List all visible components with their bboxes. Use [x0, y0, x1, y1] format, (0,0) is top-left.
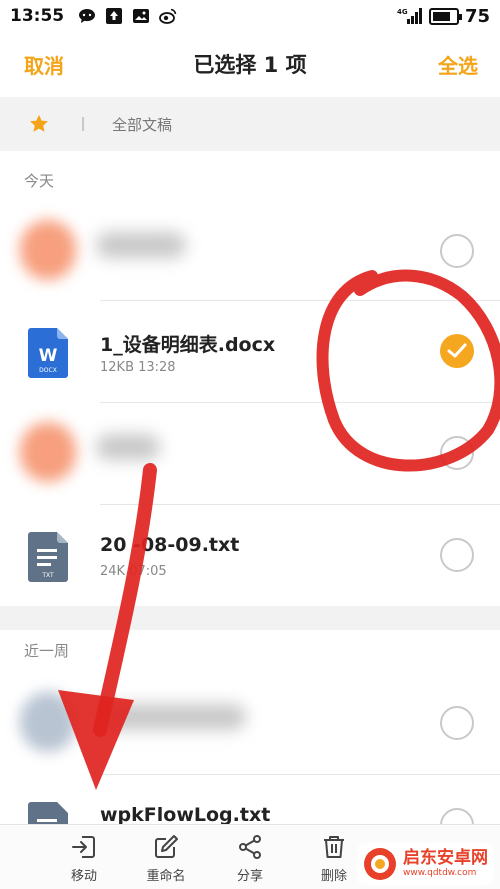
watermark-url: www.qdtdw.com [403, 867, 477, 878]
share-button[interactable]: 分享 [220, 833, 280, 884]
blurred-thumbnail [20, 220, 76, 280]
row-checkbox[interactable] [440, 436, 474, 470]
share-icon [239, 835, 261, 859]
blurred-filename [96, 232, 186, 258]
star-icon[interactable] [28, 113, 50, 135]
file-row-docx[interactable]: W DOCX 1_设备明细表.docx 12KB 13:28 [0, 300, 500, 402]
row-divider [100, 774, 500, 775]
share-label: 分享 [236, 869, 263, 884]
file-row-blurred-3[interactable] [0, 672, 500, 774]
breadcrumb: 全部文稿 [0, 97, 500, 151]
rename-button[interactable]: 重命名 [136, 833, 196, 884]
battery-icon [428, 7, 462, 25]
file-meta: 24K 07:05 [100, 564, 167, 579]
row-divider [100, 300, 500, 301]
blurred-filename [96, 704, 246, 730]
rename-label: 重命名 [146, 869, 186, 884]
status-bar: 13:55 4G 75 [0, 0, 500, 32]
svg-text:DOCX: DOCX [39, 367, 57, 374]
row-checkbox-checked[interactable] [440, 334, 474, 368]
edit-icon [155, 835, 178, 858]
selection-title-bar: 取消 已选择 1 项 全选 [0, 32, 500, 96]
cancel-button[interactable]: 取消 [24, 50, 64, 79]
blurred-filename [96, 434, 160, 460]
txt-file-icon: TXT [28, 532, 68, 582]
section-header-week: 近一周 [24, 642, 70, 660]
row-checkbox[interactable] [440, 706, 474, 740]
delete-label: 删除 [320, 869, 347, 884]
row-checkbox[interactable] [440, 538, 474, 572]
battery-level: 75 [464, 5, 490, 27]
move-label: 移动 [70, 869, 97, 884]
delete-button[interactable]: 删除 [304, 833, 364, 884]
page-title: 已选择 1 项 [193, 53, 307, 77]
file-row-blurred-1[interactable] [0, 200, 500, 302]
word-docx-icon: W DOCX [28, 328, 68, 378]
svg-text:TXT: TXT [41, 572, 54, 579]
svg-text:W: W [39, 346, 58, 366]
upload-icon [106, 8, 123, 24]
move-icon [72, 836, 95, 858]
file-name: 1_设备明细表.docx [100, 334, 276, 356]
checkmark-icon [447, 343, 467, 358]
file-row-blurred-2[interactable] [0, 402, 500, 504]
image-notification-icon [133, 9, 150, 23]
file-name: 20 -08-09.txt [100, 534, 240, 556]
file-meta: 12KB 13:28 [100, 360, 176, 375]
site-watermark: 启东安卓网 www.qdtdw.com [357, 843, 494, 885]
move-button[interactable]: 移动 [54, 833, 114, 884]
select-all-button[interactable]: 全选 [438, 50, 478, 79]
file-name: wpkFlowLog.txt [100, 804, 271, 826]
blurred-thumbnail [20, 692, 76, 752]
row-checkbox[interactable] [440, 234, 474, 268]
file-row-txt-dated[interactable]: TXT 20 -08-09.txt 24K 07:05 [0, 504, 500, 606]
weibo-icon [159, 8, 177, 24]
site-logo-icon [364, 848, 396, 880]
svg-text:4G: 4G [397, 8, 408, 16]
section-gap [0, 606, 500, 630]
status-time: 13:55 [10, 6, 65, 26]
row-divider [100, 504, 500, 505]
section-header-today: 今天 [24, 172, 55, 190]
trash-icon [324, 836, 344, 858]
chat-bubble-icon [79, 9, 96, 23]
signal-icon: 4G [397, 8, 422, 24]
breadcrumb-all-documents[interactable]: 全部文稿 [112, 114, 172, 135]
breadcrumb-divider [82, 117, 84, 131]
blurred-thumbnail [20, 422, 76, 482]
row-divider [100, 402, 500, 403]
watermark-name: 启东安卓网 [403, 848, 488, 869]
